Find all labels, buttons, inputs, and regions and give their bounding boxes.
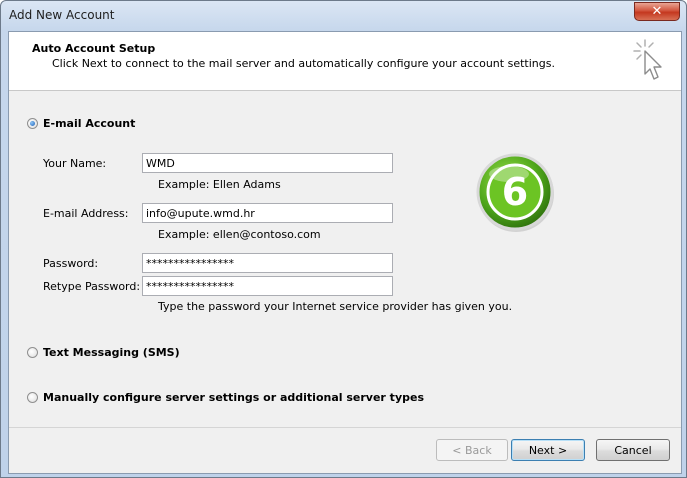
footer-divider — [9, 427, 681, 428]
text-messaging-option[interactable]: Text Messaging (SMS) — [27, 346, 180, 359]
window-title: Add New Account — [9, 8, 115, 22]
close-icon: ✕ — [651, 4, 663, 19]
password-hint: Type the password your Internet service … — [158, 300, 513, 313]
your-name-input[interactable] — [142, 153, 393, 173]
retype-password-input[interactable] — [142, 276, 393, 296]
title-bar[interactable]: Add New Account ✕ — [1, 1, 686, 31]
email-account-label: E-mail Account — [43, 117, 136, 130]
cancel-button[interactable]: Cancel — [596, 439, 670, 461]
dialog-client-area: Auto Account Setup Click Next to connect… — [8, 31, 682, 474]
your-name-hint: Example: Ellen Adams — [158, 178, 281, 191]
email-account-option[interactable]: E-mail Account — [27, 117, 135, 130]
text-messaging-label: Text Messaging (SMS) — [43, 346, 180, 359]
header-band: Auto Account Setup Click Next to connect… — [9, 32, 681, 91]
email-address-hint: Example: ellen@contoso.com — [158, 228, 321, 241]
manual-config-option[interactable]: Manually configure server settings or ad… — [27, 391, 424, 404]
email-address-label: E-mail Address: — [43, 207, 129, 220]
your-name-label: Your Name: — [43, 157, 107, 170]
password-input[interactable] — [142, 253, 393, 273]
cursor-click-icon — [633, 39, 662, 80]
manual-config-radio[interactable] — [27, 392, 38, 403]
close-button[interactable]: ✕ — [634, 2, 680, 21]
step-6-badge: 6 — [476, 153, 554, 232]
next-button[interactable]: Next > — [511, 439, 585, 461]
page-title: Auto Account Setup — [32, 42, 156, 55]
manual-config-label: Manually configure server settings or ad… — [43, 391, 424, 404]
step-number: 6 — [502, 170, 528, 214]
page-description: Click Next to connect to the mail server… — [52, 57, 555, 70]
email-account-radio[interactable] — [27, 118, 38, 129]
email-address-input[interactable] — [142, 203, 393, 223]
add-account-dialog: Add New Account ✕ Auto Account Setup Cli… — [0, 0, 687, 478]
password-label: Password: — [43, 257, 99, 270]
back-button[interactable]: < Back — [436, 439, 508, 461]
text-messaging-radio[interactable] — [27, 347, 38, 358]
retype-password-label: Retype Password: — [43, 280, 141, 293]
